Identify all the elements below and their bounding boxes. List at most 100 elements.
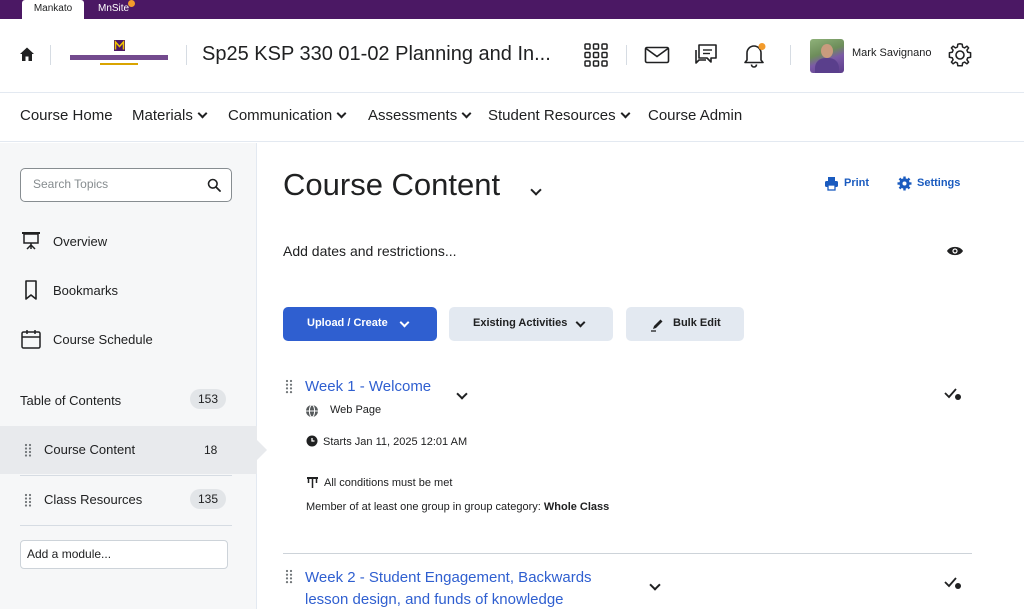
header-divider — [186, 45, 187, 65]
table-of-contents-link[interactable]: Table of Contents — [20, 393, 121, 408]
upload-create-button[interactable]: Upload / Create — [283, 307, 437, 341]
button-label: Upload / Create — [307, 317, 388, 329]
nav-label: Student Resources — [488, 107, 616, 124]
conditions-icon — [307, 477, 318, 488]
nav-communication[interactable]: Communication — [228, 107, 347, 124]
search-input[interactable] — [33, 169, 203, 199]
content-sidebar: Overview Bookmarks Course Schedule Table… — [0, 143, 267, 609]
sidebar-item-bookmarks[interactable]: Bookmarks — [20, 279, 240, 303]
course-navbar: Course Home Materials Communication Asse… — [0, 94, 1024, 142]
nav-course-home[interactable]: Course Home — [20, 107, 113, 124]
course-title[interactable]: Sp25 KSP 330 01-02 Planning and In... — [202, 43, 551, 66]
module-label: Course Content — [44, 442, 136, 457]
button-label: Bulk Edit — [673, 317, 721, 329]
header-divider — [790, 45, 791, 65]
chevron-down-icon — [336, 108, 347, 119]
presentation-icon — [22, 232, 40, 250]
top-tab-bar: Mankato MnSite — [0, 0, 1024, 19]
search-topics — [20, 168, 232, 202]
tab-mnsite[interactable]: MnSite — [90, 0, 137, 19]
add-module-input[interactable]: Add a module... — [20, 540, 228, 569]
topic-divider — [283, 553, 972, 554]
nav-label: Communication — [228, 107, 333, 124]
nav-label: Assessments — [368, 107, 458, 124]
tab-mnsite-label: MnSite — [98, 3, 130, 14]
sidebar-item-label: Course Schedule — [53, 332, 153, 347]
globe-icon — [306, 404, 318, 418]
chevron-down-icon[interactable] — [530, 184, 542, 196]
module-label: Class Resources — [44, 492, 143, 507]
sidebar-item-label: Bookmarks — [53, 283, 119, 298]
bell-icon[interactable] — [741, 42, 767, 68]
chevron-down-icon — [575, 317, 586, 328]
header-divider — [50, 45, 51, 65]
clock-icon — [306, 435, 318, 447]
chevron-down-icon — [620, 108, 631, 119]
module-course-content[interactable]: Course Content 18 — [0, 426, 267, 474]
settings-gear-icon — [897, 176, 912, 191]
nav-label: Course Admin — [648, 107, 743, 124]
pencil-icon — [651, 319, 663, 332]
chevron-down-icon — [461, 108, 472, 119]
drag-handle-icon[interactable] — [24, 493, 32, 507]
topic-conditions: All conditions must be met — [324, 477, 453, 489]
module-count-badge: 18 — [204, 443, 218, 457]
bulk-edit-button[interactable]: Bulk Edit — [626, 307, 744, 341]
gear-icon[interactable] — [947, 42, 973, 68]
module-count-badge: 135 — [190, 489, 227, 509]
chevron-down-icon — [197, 108, 208, 119]
button-label: Existing Activities — [473, 317, 568, 329]
drag-handle-icon[interactable] — [24, 443, 32, 457]
print-icon — [825, 177, 838, 191]
nav-label: Course Home — [20, 107, 113, 124]
user-name[interactable]: Mark Savignano — [852, 47, 932, 59]
topic-title-link[interactable]: Week 2 - Student Engagement, Backwards l… — [305, 567, 625, 609]
module-class-resources[interactable]: Class Resources 135 — [0, 476, 257, 524]
sidebar-divider — [20, 525, 232, 526]
sidebar-item-course-schedule[interactable]: Course Schedule — [20, 328, 240, 352]
search-icon[interactable] — [207, 178, 221, 192]
completion-check-icon[interactable] — [944, 576, 962, 590]
restriction-text: Member of at least one group in group ca… — [306, 501, 541, 513]
topic-restriction: Member of at least one group in group ca… — [306, 501, 609, 513]
course-header: Sp25 KSP 330 01-02 Planning and In... Ma… — [0, 19, 1024, 93]
sidebar-item-label: Overview — [53, 234, 108, 249]
mail-icon[interactable] — [644, 42, 670, 68]
nav-assessments[interactable]: Assessments — [368, 107, 472, 124]
nav-student-resources[interactable]: Student Resources — [488, 107, 631, 124]
chat-icon[interactable] — [693, 42, 719, 68]
chevron-down-icon[interactable] — [649, 579, 661, 591]
print-label: Print — [844, 177, 870, 189]
header-divider — [626, 45, 627, 65]
topic-title-link[interactable]: Week 1 - Welcome — [305, 378, 431, 395]
nav-materials[interactable]: Materials — [132, 107, 208, 124]
university-logo-mark — [70, 40, 168, 65]
toc-count-badge: 153 — [190, 389, 227, 409]
page-title: Course Content — [283, 167, 501, 202]
avatar-shirt — [815, 58, 839, 73]
university-logo[interactable] — [66, 39, 172, 73]
add-dates-restrictions-link[interactable]: Add dates and restrictions... — [283, 243, 457, 259]
eye-icon[interactable] — [946, 244, 964, 258]
existing-activities-button[interactable]: Existing Activities — [449, 307, 613, 341]
sidebar-item-overview[interactable]: Overview — [20, 230, 240, 254]
avatar[interactable] — [810, 39, 844, 73]
topic-type: Web Page — [330, 404, 382, 416]
bookmark-icon — [25, 280, 37, 300]
notification-dot — [128, 0, 136, 7]
settings-label: Settings — [917, 177, 961, 189]
nav-label: Materials — [132, 107, 193, 124]
chevron-down-icon[interactable] — [456, 388, 468, 400]
restriction-group: Whole Class — [543, 501, 610, 513]
topic-start-date: Starts Jan 11, 2025 12:01 AM — [323, 436, 468, 448]
calendar-icon — [21, 330, 41, 349]
completion-check-icon[interactable] — [944, 387, 962, 401]
drag-handle-icon[interactable] — [285, 379, 293, 394]
drag-handle-icon[interactable] — [285, 569, 293, 584]
chevron-down-icon — [399, 317, 410, 328]
tab-mankato[interactable]: Mankato — [22, 0, 84, 19]
nav-course-admin[interactable]: Course Admin — [648, 107, 742, 124]
home-icon[interactable] — [18, 45, 36, 63]
avatar-face — [821, 44, 833, 58]
grid-icon[interactable] — [583, 42, 609, 68]
